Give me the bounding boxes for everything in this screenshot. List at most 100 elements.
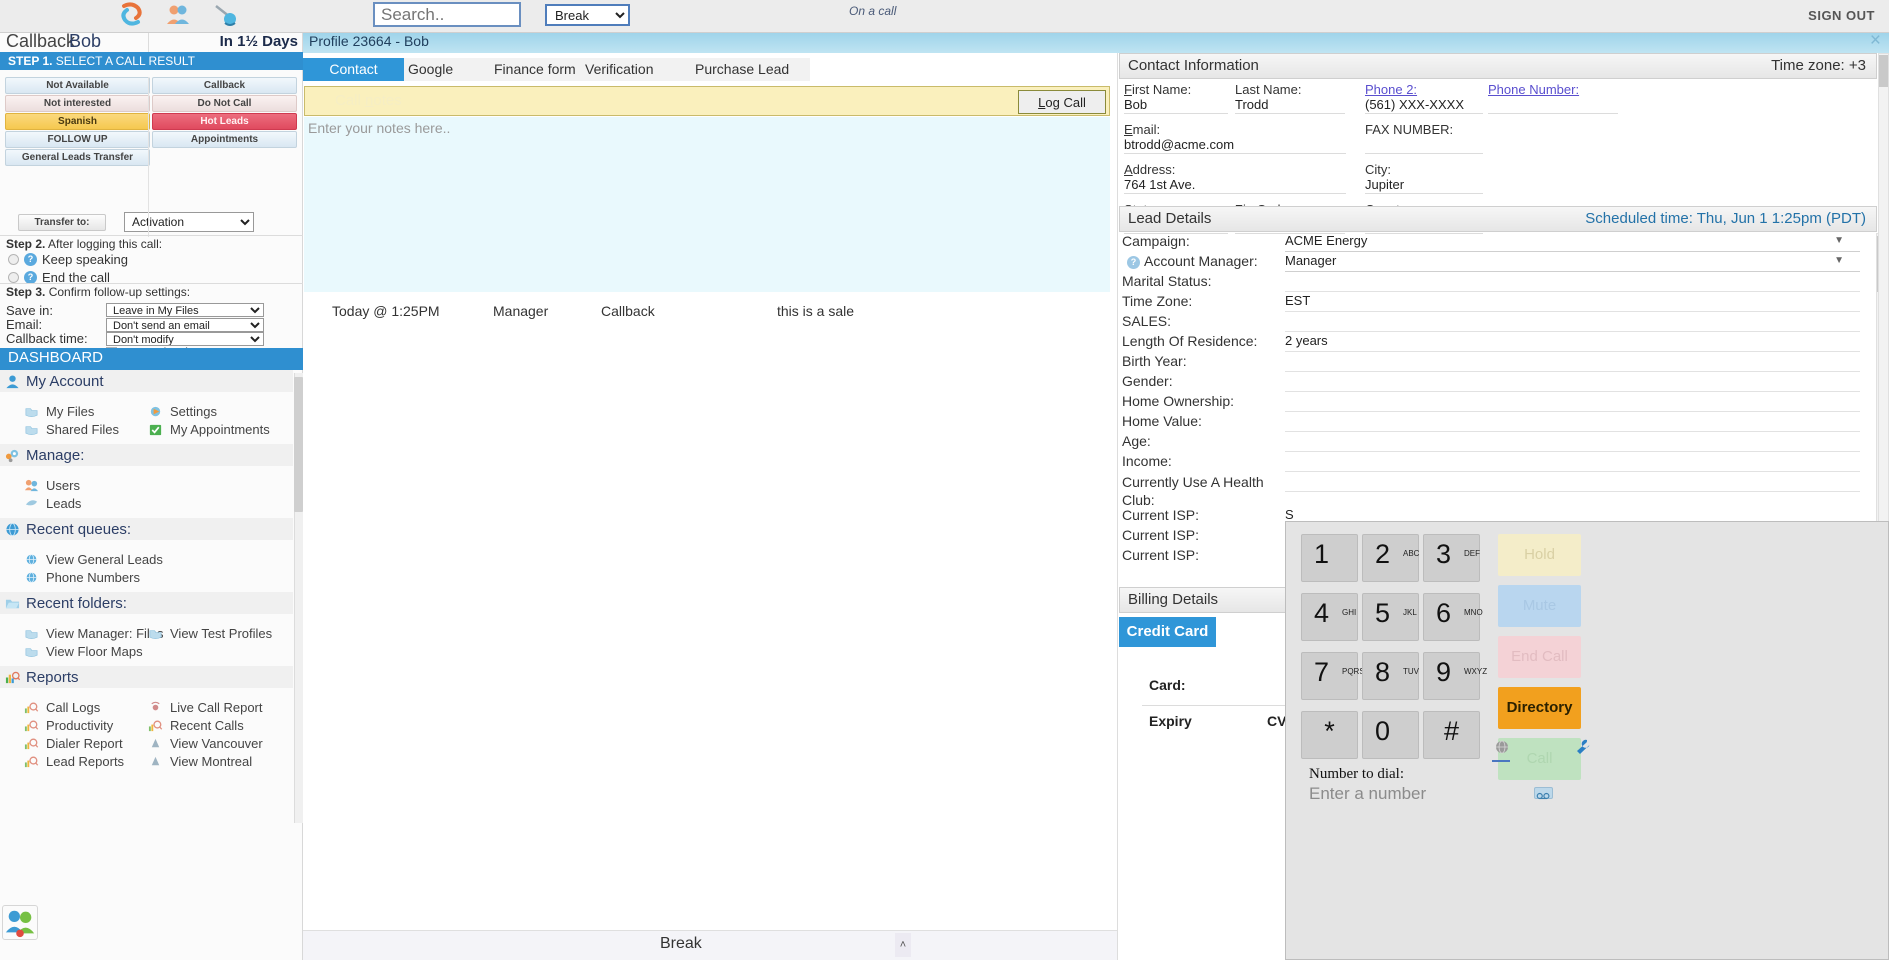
field-value[interactable]: Jupiter (1365, 177, 1483, 194)
nav-section-manage[interactable]: Manage: (0, 444, 293, 466)
field-value[interactable]: btrodd@acme.com (1124, 137, 1346, 154)
status-select[interactable]: Break (545, 4, 630, 26)
lead-field-value[interactable] (1285, 353, 1860, 372)
lead-field-value[interactable] (1285, 413, 1860, 432)
call-result-callback[interactable]: Callback (152, 77, 297, 94)
users-badge-icon[interactable] (2, 905, 38, 940)
dialpad-key-9[interactable]: 9 WXYZ (1423, 652, 1487, 700)
field-value[interactable]: 764 1st Ave. (1124, 177, 1346, 194)
dialpad-key-hash[interactable]: # (1423, 711, 1480, 759)
globe-icon[interactable] (1494, 740, 1510, 756)
tab-google-maps[interactable]: Google Maps (404, 58, 490, 99)
number-to-dial-input[interactable]: Enter a number (1309, 784, 1426, 804)
help-icon[interactable]: ? (24, 253, 37, 266)
field-label[interactable]: Phone Number: (1488, 82, 1618, 97)
voicemail-icon[interactable] (1534, 787, 1553, 800)
transfer-target-select[interactable]: Activation (124, 212, 254, 232)
tab-finance-form[interactable]: Finance form (490, 58, 581, 81)
dialpad-key-1[interactable]: 1 (1301, 534, 1358, 582)
dialpad-key-5[interactable]: 5 JKL (1362, 593, 1419, 641)
contacts-icon[interactable] (164, 2, 192, 28)
nav-section-recent-folders[interactable]: Recent folders: (0, 592, 293, 614)
lead-field-value[interactable] (1285, 373, 1860, 392)
help-icon[interactable]: ? (1127, 256, 1140, 269)
nav-item-view-general-leads[interactable]: View General Leads (24, 552, 163, 567)
nav-item-leads[interactable]: Leads (24, 496, 81, 511)
field-value[interactable] (1488, 97, 1618, 114)
nav-item-phone-numbers[interactable]: Phone Numbers (24, 570, 140, 585)
nav-item-my-files[interactable]: My Files (24, 404, 94, 419)
nav-item-users[interactable]: Users (24, 478, 80, 493)
nav-item-view-montreal[interactable]: View Montreal (148, 754, 252, 769)
lead-field-value[interactable]: EST (1285, 293, 1860, 312)
nav-item-view-manager-files[interactable]: View Manager: Files (24, 626, 164, 641)
dialpad-key-star[interactable]: * (1301, 711, 1358, 759)
dialpad-directory-button[interactable]: Directory (1498, 687, 1581, 729)
nav-section-recent-queues[interactable]: Recent queues: (0, 518, 293, 540)
dialpad-key-4[interactable]: 4 GHI (1301, 593, 1358, 641)
dialpad-key-2[interactable]: 2 ABC (1362, 534, 1419, 582)
table-row[interactable]: Today @ 1:25PM Manager Callback this is … (303, 303, 1117, 325)
nav-scrollbar-thumb[interactable] (294, 377, 303, 512)
tab-verification-script[interactable]: Verification Script (581, 58, 691, 99)
nav-item-view-vancouver[interactable]: View Vancouver (148, 736, 263, 751)
expand-up-icon[interactable]: ˄ (895, 933, 911, 957)
callback-time-select[interactable]: Don't modify (106, 332, 264, 346)
dialpad-key-0[interactable]: 0 (1362, 711, 1419, 759)
dialpad-key-7[interactable]: 7 PQRS (1301, 652, 1365, 700)
call-result-not-interested[interactable]: Not interested (5, 95, 150, 112)
nav-item-view-test-profiles[interactable]: View Test Profiles (148, 626, 272, 641)
tab-purchase-lead-sheet[interactable]: Purchase Lead Sheet (691, 58, 810, 99)
nav-item-my-appointments[interactable]: My Appointments (148, 422, 270, 437)
dialpad-key-8[interactable]: 8 TUV (1362, 652, 1419, 700)
radio-button[interactable] (8, 254, 19, 265)
nav-section-reports[interactable]: Reports (0, 666, 293, 688)
search-input[interactable] (373, 2, 521, 27)
nav-item-live-call-report[interactable]: Live Call Report (148, 700, 263, 715)
lead-field-value[interactable] (1285, 313, 1860, 332)
lead-field-value[interactable] (1285, 453, 1860, 472)
right-panel-scrollbar-thumb[interactable] (1879, 55, 1888, 87)
transfer-to-button[interactable]: Transfer to: (18, 214, 106, 231)
chevron-down-icon[interactable]: ▼ (1834, 255, 1844, 266)
lead-field-value[interactable] (1285, 273, 1860, 292)
call-result-spanish[interactable]: Spanish (5, 113, 150, 130)
lead-field-value[interactable]: Manager (1285, 253, 1860, 272)
radio-keep-speaking[interactable]: ? Keep speaking (8, 252, 128, 267)
close-icon[interactable]: × (1870, 30, 1881, 52)
email-select[interactable]: Don't send an email (106, 318, 264, 332)
call-result-general-leads-transfer[interactable]: General Leads Transfer (5, 149, 150, 166)
field-value[interactable] (1365, 137, 1483, 154)
credit-card-tab[interactable]: Credit Card (1119, 617, 1216, 647)
nav-section-my-account[interactable]: My Account (0, 370, 293, 392)
dialpad-key-3[interactable]: 3 DEF (1423, 534, 1480, 582)
notes-textarea[interactable]: Enter your notes here.. (304, 117, 1110, 292)
nav-scrollbar-track[interactable] (294, 373, 303, 823)
save-in-select[interactable]: Leave in My Files (106, 303, 264, 317)
dialer-icon[interactable] (210, 2, 238, 28)
field-value[interactable]: (561) XXX-XXXX (1365, 97, 1483, 114)
nav-item-call-logs[interactable]: Call Logs (24, 700, 100, 715)
wrench-icon[interactable] (1574, 738, 1592, 756)
lead-field-value[interactable]: 2 years (1285, 333, 1860, 352)
chevron-down-icon[interactable]: ▼ (1834, 235, 1844, 246)
call-result-appointments[interactable]: Appointments (152, 131, 297, 148)
field-label[interactable]: Phone 2: (1365, 82, 1483, 97)
field-value[interactable]: Trodd (1235, 97, 1345, 114)
lead-field-value[interactable] (1285, 433, 1860, 452)
call-notes-field[interactable]: Call notes Log Call (304, 86, 1110, 116)
call-result-not-available[interactable]: Not Available (5, 77, 150, 94)
network-icon[interactable] (118, 2, 146, 28)
sign-out-button[interactable]: SIGN OUT (1808, 8, 1875, 23)
call-result-follow-up[interactable]: FOLLOW UP (5, 131, 150, 148)
field-value[interactable]: Bob (1124, 97, 1228, 114)
nav-item-productivity[interactable]: Productivity (24, 718, 113, 733)
lead-field-value[interactable]: ACME Energy (1285, 233, 1860, 252)
card-input-line[interactable] (1142, 705, 1307, 706)
nav-item-settings[interactable]: Settings (148, 404, 217, 419)
call-result-do-not-call[interactable]: Do Not Call (152, 95, 297, 112)
lead-field-value[interactable] (1285, 473, 1860, 492)
nav-item-view-floor-maps[interactable]: View Floor Maps (24, 644, 143, 659)
tab-contact-history[interactable]: Contact history (303, 58, 404, 99)
nav-item-recent-calls[interactable]: Recent Calls (148, 718, 244, 733)
